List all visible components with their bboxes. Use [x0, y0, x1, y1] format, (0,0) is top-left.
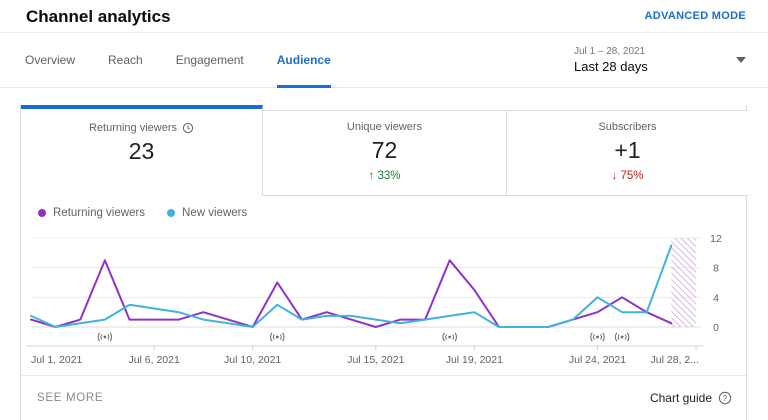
x-axis-tick-label: Jul 19, 2021 [446, 354, 503, 366]
x-axis-tick-label: Jul 10, 2021 [224, 354, 281, 366]
tab-reach[interactable]: Reach [108, 33, 143, 88]
date-range-text: Jul 1 – 28, 2021 Last 28 days [574, 46, 648, 74]
tab-overview[interactable]: Overview [25, 33, 75, 88]
metric-card-unique-viewers[interactable]: Unique viewers 72 ↑ 33% [263, 110, 506, 196]
metric-delta: ↓ 75% [611, 170, 644, 182]
metric-label: Subscribers [598, 121, 657, 133]
live-stream-icon [270, 332, 285, 342]
chart-guide-button[interactable]: Chart guide ? [650, 376, 732, 420]
x-axis-tick-label: Jul 6, 2021 [128, 354, 180, 366]
live-stream-icon [614, 332, 630, 342]
live-stream-icon [442, 332, 457, 342]
metric-value: 72 [371, 137, 398, 163]
date-range-picker[interactable]: Jul 1 – 28, 2021 Last 28 days [574, 38, 746, 82]
legend-item-returning-viewers: Returning viewers [38, 207, 145, 219]
legend-item-new-viewers: New viewers [167, 207, 247, 219]
card-footer: SEE MORE Chart guide ? [21, 376, 748, 420]
metric-value: +1 [614, 137, 641, 163]
live-stream-icon [590, 332, 605, 342]
live-stream-icon [97, 332, 113, 342]
chevron-down-icon [736, 57, 746, 63]
metric-card-subscribers[interactable]: Subscribers +1 ↓ 75% [506, 110, 748, 196]
metric-card-returning-viewers[interactable]: Returning viewers 23 [21, 105, 263, 196]
date-preset-value: Last 28 days [574, 59, 648, 74]
y-axis-tick-label: 12 [710, 233, 722, 245]
metric-value: 23 [128, 138, 155, 164]
x-axis-tick-label: Jul 28, 2... [651, 354, 699, 366]
incomplete-data-region [671, 238, 696, 327]
new-viewers-dot-icon [167, 209, 176, 217]
svg-text:?: ? [723, 394, 728, 403]
y-axis-tick-label: 4 [713, 292, 719, 304]
x-axis-tick-label: Jul 15, 2021 [347, 354, 404, 366]
x-axis-tick-label: Jul 24, 2021 [569, 354, 626, 366]
y-axis-tick-label: 0 [713, 322, 719, 334]
help-icon: ? [718, 391, 732, 405]
metric-label: Returning viewers [88, 122, 178, 134]
x-axis-tick-label: Jul 1, 2021 [31, 354, 83, 366]
y-axis-tick-label: 8 [713, 263, 719, 275]
audience-chart-panel[interactable]: 0 4 8 12 Jul 1, 2021 Jul 6, 2021 Jul 10, 2021 J… [21, 196, 748, 375]
metric-delta: ↑ 33% [368, 170, 401, 182]
clock-icon [182, 122, 194, 134]
tab-audience[interactable]: Audience [276, 33, 331, 88]
chart-legend: Returning viewers New viewers [38, 207, 247, 219]
see-more-button[interactable]: SEE MORE [37, 376, 103, 420]
tab-engagement[interactable]: Engagement [176, 33, 244, 88]
metric-label: Unique viewers [346, 121, 423, 133]
page-title: Channel analytics [26, 7, 171, 26]
arrow-up-icon: ↑ [368, 170, 375, 182]
arrow-down-icon: ↓ [611, 170, 618, 182]
returning-viewers-dot-icon [38, 209, 46, 217]
analytics-card: Returning viewers 23 Unique viewers 72 ↑… [20, 105, 748, 420]
audience-line-chart[interactable]: 0 4 8 12 Jul 1, 2021 Jul 6, 2021 Jul 10, 2021 J… [21, 196, 748, 375]
advanced-mode-link[interactable]: ADVANCED MODE [645, 0, 746, 33]
date-range-value: Jul 1 – 28, 2021 [574, 46, 646, 57]
